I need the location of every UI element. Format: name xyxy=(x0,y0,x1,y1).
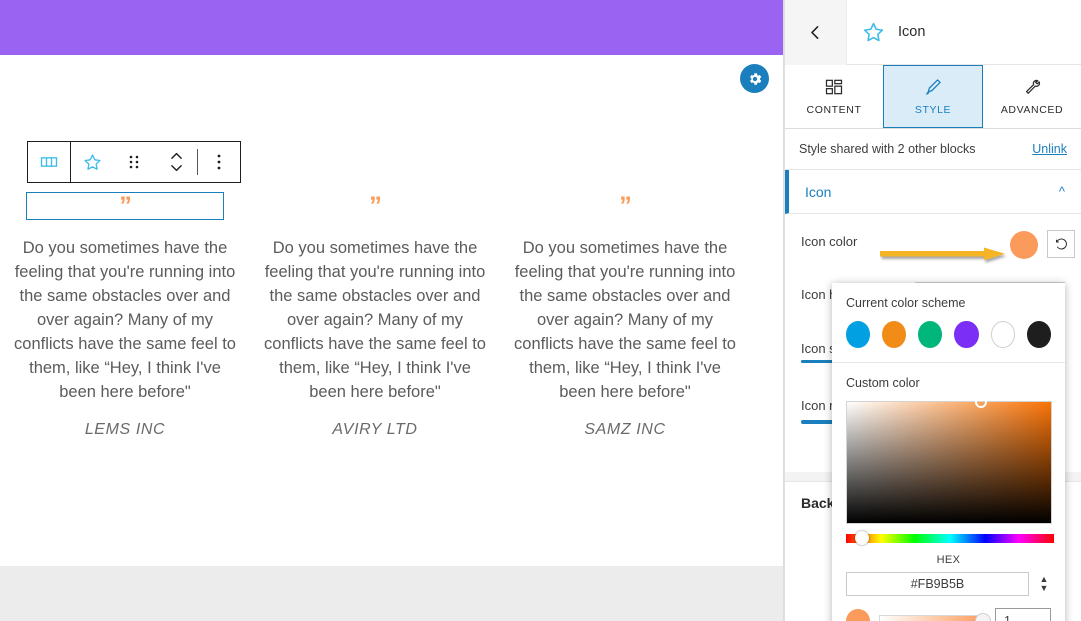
testimonial-2: ” Do you sometimes have the feeling that… xyxy=(250,192,500,439)
columns-glyph xyxy=(40,157,58,167)
toolbar-group-parent xyxy=(27,141,71,183)
panel-header: Icon xyxy=(785,0,1081,65)
editor-screen: ” Do you sometimes have the feeling that… xyxy=(0,0,1081,621)
scheme-swatch-white[interactable] xyxy=(990,321,1015,348)
quote-icon-block[interactable]: ” xyxy=(500,192,750,220)
columns-icon[interactable] xyxy=(28,142,70,182)
hex-input[interactable]: #FB9B5B xyxy=(846,572,1029,596)
testimonial-text: Do you sometimes have the feeling that y… xyxy=(14,239,236,401)
scheme-swatch-orange[interactable] xyxy=(882,321,907,348)
testimonial-columns: ” Do you sometimes have the feeling that… xyxy=(0,192,784,439)
hex-label: HEX xyxy=(936,554,961,566)
toolbar-divider xyxy=(197,149,198,175)
gear-icon[interactable] xyxy=(740,64,769,93)
wrench-icon xyxy=(1025,79,1041,94)
gear-glyph xyxy=(749,72,761,85)
hue-slider[interactable] xyxy=(846,531,1054,545)
block-toolbar[interactable] xyxy=(27,141,241,183)
color-scheme-label: Current color scheme xyxy=(846,296,966,310)
scheme-swatch-green[interactable] xyxy=(918,321,943,348)
quote-icon-block[interactable]: ” xyxy=(250,192,500,220)
section-header-icon[interactable]: Icon ^ xyxy=(785,170,1081,214)
sv-cursor[interactable] xyxy=(975,396,987,408)
alpha-value-input[interactable]: 1 xyxy=(995,608,1051,621)
quote-icon: ” xyxy=(619,191,631,220)
custom-color-label: Custom color xyxy=(846,376,920,390)
testimonial-text: Do you sometimes have the feeling that y… xyxy=(264,239,486,401)
star-icon xyxy=(861,20,886,45)
color-scheme-section: Current color scheme xyxy=(832,283,1065,363)
tab-advanced-label: ADVANCED xyxy=(1000,104,1064,116)
tab-style[interactable]: STYLE xyxy=(883,65,983,128)
panel-title: Icon xyxy=(898,24,926,40)
layout-icon xyxy=(825,79,843,95)
reset-icon[interactable] xyxy=(1047,230,1075,258)
testimonial-1: ” Do you sometimes have the feeling that… xyxy=(0,192,250,439)
hue-thumb[interactable] xyxy=(855,531,869,545)
shared-style-notice: Style shared with 2 other blocks Unlink xyxy=(785,129,1081,170)
icon-color-swatch[interactable] xyxy=(1010,231,1038,259)
unlink-link[interactable]: Unlink xyxy=(1032,142,1067,156)
drag-handle-glyph xyxy=(129,155,139,169)
alpha-preview-swatch xyxy=(846,609,870,621)
panel-tabs: CONTENT STYLE ADVANCED xyxy=(785,65,1081,129)
scheme-swatch-blue[interactable] xyxy=(846,321,871,348)
more-glyph xyxy=(217,154,221,170)
scheme-swatch-black[interactable] xyxy=(1026,321,1051,348)
testimonial-author: SAMZ INC xyxy=(584,421,666,438)
drag-handle-icon[interactable] xyxy=(113,142,155,182)
move-glyph xyxy=(170,152,182,172)
page-hero-banner xyxy=(0,0,784,55)
star-glyph xyxy=(83,153,101,170)
tab-content-label: CONTENT xyxy=(806,104,862,116)
alpha-slider[interactable] xyxy=(879,613,991,621)
testimonial-author: AVIRY LTD xyxy=(332,421,418,438)
hex-stepper[interactable]: ▲ ▼ xyxy=(1037,575,1051,593)
quote-icon: ” xyxy=(119,191,131,220)
quote-icon: ” xyxy=(369,191,381,220)
testimonial-3: ” Do you sometimes have the feeling that… xyxy=(500,192,750,439)
toolbar-group-block xyxy=(71,141,241,183)
page-canvas: ” Do you sometimes have the feeling that… xyxy=(0,0,784,621)
move-up-down-icon[interactable] xyxy=(155,142,197,182)
testimonial-author: LEMS INC xyxy=(84,421,166,438)
color-scheme-swatches xyxy=(846,321,1051,348)
reset-glyph xyxy=(1055,238,1067,249)
quote-icon-block-selected[interactable]: ” xyxy=(26,192,224,220)
star-icon[interactable] xyxy=(71,142,113,182)
stepper-down-icon[interactable]: ▼ xyxy=(1040,584,1049,593)
scheme-swatch-purple[interactable] xyxy=(954,321,979,348)
brush-icon xyxy=(926,79,941,95)
tab-style-label: STYLE xyxy=(914,104,952,116)
chevron-left-icon[interactable] xyxy=(785,0,847,65)
saturation-value-area[interactable] xyxy=(846,396,1052,524)
control-label: Icon color xyxy=(801,233,858,249)
testimonial-text: Do you sometimes have the feeling that y… xyxy=(514,239,736,401)
star-glyph xyxy=(863,22,884,41)
chevron-left-glyph xyxy=(811,25,819,39)
custom-color-section: Custom color HEX #FB9B5B ▲ ▼ 1 xyxy=(832,363,1065,621)
hex-row: #FB9B5B ▲ ▼ xyxy=(846,572,1051,596)
tab-advanced[interactable]: ADVANCED xyxy=(983,65,1081,128)
more-options-icon[interactable] xyxy=(198,142,240,182)
control-icon-color: Icon color xyxy=(785,214,1081,268)
alpha-row: 1 xyxy=(846,608,1051,621)
color-picker-popup[interactable]: Current color scheme Custom color HEX #F… xyxy=(832,283,1065,621)
shared-style-text: Style shared with 2 other blocks xyxy=(799,142,976,156)
section-title: Icon xyxy=(805,183,832,200)
tab-content[interactable]: CONTENT xyxy=(785,65,883,128)
alpha-thumb[interactable] xyxy=(975,613,991,621)
chevron-up-icon[interactable]: ^ xyxy=(1059,184,1065,199)
page-footer-band xyxy=(0,566,784,621)
